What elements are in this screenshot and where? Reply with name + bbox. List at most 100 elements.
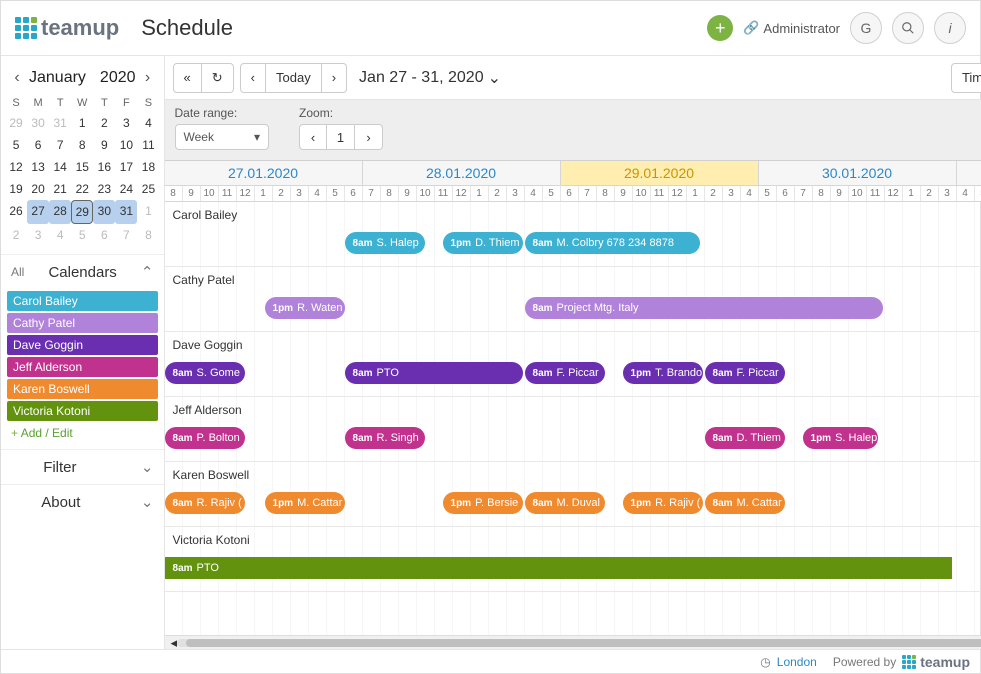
event[interactable]: 8amProject Mtg. Italy bbox=[525, 297, 883, 319]
mini-cal-day[interactable]: 27 bbox=[27, 200, 49, 224]
zoom-in-button[interactable]: › bbox=[355, 124, 383, 150]
mini-cal-day[interactable]: 22 bbox=[71, 178, 93, 200]
date-header-cell[interactable]: 27.01.2020 bbox=[165, 161, 363, 185]
next-month-button[interactable]: › bbox=[136, 66, 160, 90]
mini-cal-day[interactable]: 31 bbox=[49, 112, 71, 134]
admin-link[interactable]: 🔗 Administrator bbox=[743, 20, 840, 36]
zoom-out-button[interactable]: ‹ bbox=[299, 124, 327, 150]
mini-cal-day[interactable]: 18 bbox=[137, 156, 159, 178]
event[interactable]: 8amM. Colbry 678 234 8878 bbox=[525, 232, 700, 254]
event[interactable]: 8amPTO bbox=[165, 557, 952, 579]
mini-cal-day[interactable]: 10 bbox=[115, 134, 137, 156]
event[interactable]: 8amR. Rajiv ( bbox=[165, 492, 245, 514]
event[interactable]: 1pmR. Rajiv ( bbox=[623, 492, 703, 514]
prev-period-button[interactable]: ‹ bbox=[240, 63, 266, 93]
event[interactable]: 8amD. Thiem bbox=[705, 427, 785, 449]
link-icon: 🔗 bbox=[743, 20, 759, 36]
mini-cal-day[interactable]: 30 bbox=[93, 200, 115, 224]
timezone-link[interactable]: London bbox=[777, 655, 817, 669]
event[interactable]: 1pmR. Waten bbox=[265, 297, 345, 319]
hour-cell: 12 bbox=[885, 186, 903, 201]
mini-cal-day[interactable]: 2 bbox=[5, 224, 27, 246]
mini-cal-day[interactable]: 29 bbox=[71, 200, 93, 224]
mini-cal-day[interactable]: 7 bbox=[49, 134, 71, 156]
date-range-picker[interactable]: Jan 27 - 31, 2020 ⌄ bbox=[359, 68, 501, 88]
about-toggle[interactable]: About ⌄ bbox=[1, 485, 164, 519]
mini-cal-day[interactable]: 21 bbox=[49, 178, 71, 200]
next-period-button[interactable]: › bbox=[322, 63, 347, 93]
event[interactable]: 1pmM. Cattar bbox=[265, 492, 345, 514]
calendar-item[interactable]: Cathy Patel bbox=[7, 313, 158, 333]
event[interactable]: 8amM. Duval bbox=[525, 492, 605, 514]
mini-cal-day[interactable]: 13 bbox=[27, 156, 49, 178]
add-edit-calendars[interactable]: + Add / Edit bbox=[7, 423, 158, 443]
event[interactable]: 8amP. Bolton bbox=[165, 427, 245, 449]
mini-cal-day[interactable]: 1 bbox=[71, 112, 93, 134]
google-sync-button[interactable]: G bbox=[850, 12, 882, 44]
mini-cal-day[interactable]: 20 bbox=[27, 178, 49, 200]
mini-cal-day[interactable]: 5 bbox=[71, 224, 93, 246]
calendar-item[interactable]: Dave Goggin bbox=[7, 335, 158, 355]
calendar-item[interactable]: Carol Bailey bbox=[7, 291, 158, 311]
mini-cal-day[interactable]: 24 bbox=[115, 178, 137, 200]
mini-cal-day[interactable]: 26 bbox=[5, 200, 27, 224]
mini-cal-day[interactable]: 8 bbox=[71, 134, 93, 156]
event[interactable]: 1pmS. Halep bbox=[803, 427, 878, 449]
mini-cal-day[interactable]: 4 bbox=[137, 112, 159, 134]
filter-toggle[interactable]: Filter ⌄ bbox=[1, 450, 164, 484]
prev-month-button[interactable]: ‹ bbox=[5, 66, 29, 90]
brand-logo[interactable]: teamup bbox=[15, 15, 119, 41]
mini-cal-day[interactable]: 16 bbox=[93, 156, 115, 178]
event[interactable]: 8amF. Piccar bbox=[525, 362, 605, 384]
horizontal-scrollbar[interactable]: ◂ ▸ bbox=[165, 635, 981, 649]
date-header-cell[interactable]: 30.01.2020 bbox=[759, 161, 957, 185]
mini-cal-day[interactable]: 3 bbox=[115, 112, 137, 134]
mini-cal-day[interactable]: 9 bbox=[93, 134, 115, 156]
info-button[interactable]: i bbox=[934, 12, 966, 44]
mini-cal-day[interactable]: 12 bbox=[5, 156, 27, 178]
mini-cal-day[interactable]: 4 bbox=[49, 224, 71, 246]
timeline-grid[interactable]: Carol Bailey8amS. Halep1pmD. Thiem8amM. … bbox=[165, 202, 981, 635]
event[interactable]: 8amR. Singh bbox=[345, 427, 425, 449]
date-range-select[interactable]: Week ▾ bbox=[175, 124, 270, 150]
event[interactable]: 8amM. Cattar bbox=[705, 492, 785, 514]
scroll-first-button[interactable]: « bbox=[173, 63, 202, 93]
mini-cal-day[interactable]: 31 bbox=[115, 200, 137, 224]
mini-cal-day[interactable]: 15 bbox=[71, 156, 93, 178]
calendar-item[interactable]: Karen Boswell bbox=[7, 379, 158, 399]
mini-cal-day[interactable]: 2 bbox=[93, 112, 115, 134]
calendar-item[interactable]: Victoria Kotoni bbox=[7, 401, 158, 421]
mini-cal-day[interactable]: 19 bbox=[5, 178, 27, 200]
calendars-toggle[interactable]: All Calendars ⌃ bbox=[1, 255, 164, 289]
mini-cal-day[interactable]: 17 bbox=[115, 156, 137, 178]
mini-cal-day[interactable]: 7 bbox=[115, 224, 137, 246]
add-event-button[interactable]: + bbox=[707, 15, 733, 41]
mini-cal-day[interactable]: 1 bbox=[137, 200, 159, 224]
event[interactable]: 1pmD. Thiem bbox=[443, 232, 523, 254]
event[interactable]: 1pmP. Bersie bbox=[443, 492, 523, 514]
mini-cal-day[interactable]: 30 bbox=[27, 112, 49, 134]
mini-cal-day[interactable]: 5 bbox=[5, 134, 27, 156]
mini-cal-day[interactable]: 6 bbox=[27, 134, 49, 156]
event[interactable]: 8amF. Piccar bbox=[705, 362, 785, 384]
mini-cal-day[interactable]: 28 bbox=[49, 200, 71, 224]
search-button[interactable] bbox=[892, 12, 924, 44]
event[interactable]: 1pmT. Brando bbox=[623, 362, 703, 384]
event[interactable]: 8amS. Gome bbox=[165, 362, 245, 384]
date-header-cell[interactable]: 29.01.2020 bbox=[561, 161, 759, 185]
event[interactable]: 8amS. Halep bbox=[345, 232, 425, 254]
calendar-item[interactable]: Jeff Alderson bbox=[7, 357, 158, 377]
mini-cal-day[interactable]: 3 bbox=[27, 224, 49, 246]
mini-cal-day[interactable]: 6 bbox=[93, 224, 115, 246]
refresh-button[interactable]: ↻ bbox=[202, 63, 234, 93]
mini-cal-day[interactable]: 25 bbox=[137, 178, 159, 200]
today-button[interactable]: Today bbox=[266, 63, 322, 93]
view-selector[interactable]: Timeline ⌄ bbox=[951, 63, 981, 93]
mini-cal-day[interactable]: 29 bbox=[5, 112, 27, 134]
event[interactable]: 8amPTO bbox=[345, 362, 523, 384]
mini-cal-day[interactable]: 8 bbox=[137, 224, 159, 246]
mini-cal-day[interactable]: 11 bbox=[137, 134, 159, 156]
mini-cal-day[interactable]: 23 bbox=[93, 178, 115, 200]
mini-cal-day[interactable]: 14 bbox=[49, 156, 71, 178]
date-header-cell[interactable]: 28.01.2020 bbox=[363, 161, 561, 185]
